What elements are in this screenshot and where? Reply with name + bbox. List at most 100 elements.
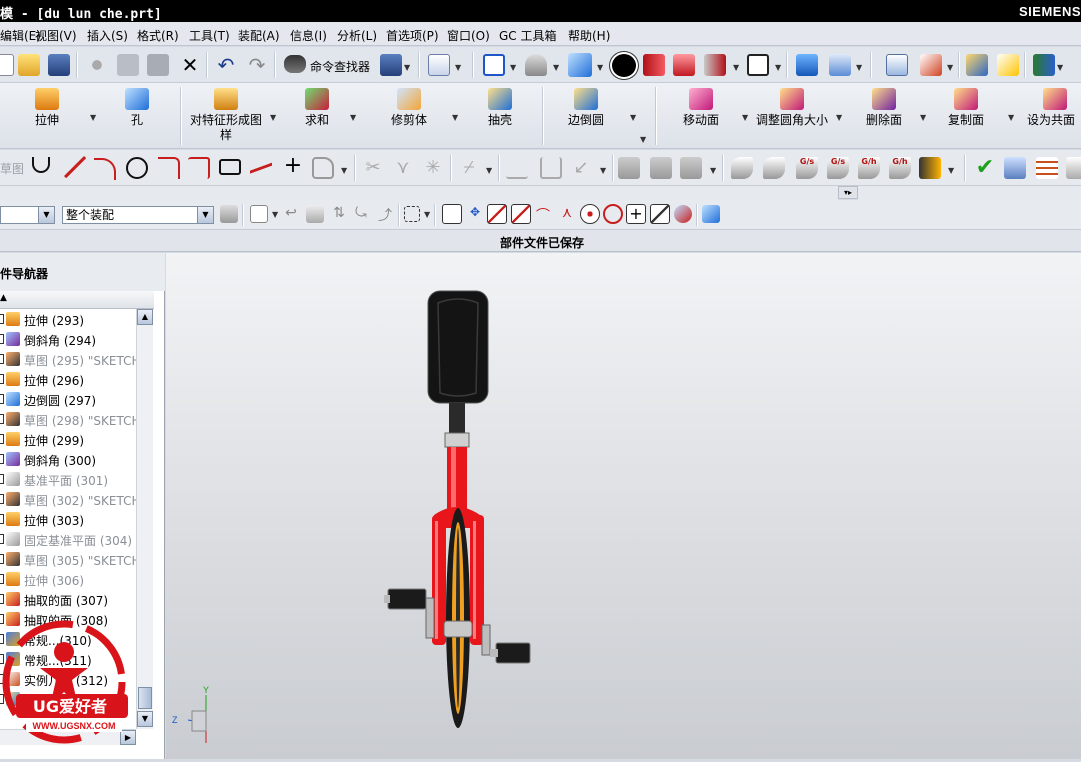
move-handle-icon[interactable]: ⇅ [330, 205, 348, 223]
shell-button[interactable]: 抽壳 [480, 88, 520, 128]
tree-row[interactable]: 倒斜角 (300) [0, 449, 136, 469]
tree-row[interactable]: 拉伸 (303) [0, 509, 136, 529]
undo-icon[interactable]: ↶ [215, 54, 237, 76]
resize-blend-button[interactable]: 调整圆角大小 [752, 88, 832, 128]
cut-icon[interactable] [86, 54, 108, 76]
orient-view-icon[interactable] [525, 54, 547, 76]
selection-filter-icon[interactable] [220, 205, 238, 223]
snap-circle-icon[interactable] [603, 204, 623, 224]
fillet-icon[interactable] [158, 157, 180, 179]
make-coplanar-button[interactable]: 设为共面 [1027, 88, 1081, 128]
menu-window[interactable]: 窗口(O) [447, 27, 490, 44]
menu-format[interactable]: 格式(R) [137, 27, 179, 44]
scope-dropdown[interactable]: 整个装配 ▼ [62, 206, 214, 224]
auto-constrain-icon[interactable] [618, 157, 640, 179]
make-corner-icon[interactable]: ✳ [422, 157, 444, 179]
analysis-icon[interactable] [997, 54, 1019, 76]
point-icon[interactable]: + [282, 155, 304, 177]
type-filter-dropdown[interactable]: ▼ [0, 206, 55, 224]
dimension-icon[interactable] [506, 157, 528, 179]
section-view-icon[interactable] [643, 54, 665, 76]
pattern-feature-button[interactable]: 对特征形成图 样 [186, 88, 266, 143]
graphics-viewport[interactable]: Y Z [166, 253, 1081, 759]
menu-assembly[interactable]: 装配(A) [238, 27, 280, 44]
rectangle-select-icon[interactable] [404, 206, 420, 222]
redo-icon[interactable]: ↷ [246, 54, 268, 76]
spreadsheet-icon[interactable] [1036, 157, 1058, 179]
edge-blend-button[interactable]: 边倒圆 [561, 88, 611, 128]
rotate-handle-icon[interactable]: ⤿ [352, 205, 370, 223]
unite-button[interactable]: 求和 [297, 88, 337, 128]
delete-face-button[interactable]: 删除面 [858, 88, 910, 128]
menu-gc-toolbox[interactable]: GC 工具箱 [499, 27, 557, 44]
tree-row[interactable]: 固定基准平面 (304) [0, 529, 136, 549]
snap-settings-icon[interactable] [250, 205, 268, 223]
rectangle-icon[interactable] [219, 159, 241, 175]
info-icon[interactable] [428, 54, 450, 76]
mirror-curve-icon[interactable]: ⌿ [458, 157, 480, 179]
tree-row[interactable]: 抽取的面 (307) [0, 589, 136, 609]
menu-view[interactable]: 视图(V) [35, 27, 77, 44]
shaded-cube-icon[interactable] [568, 53, 592, 77]
snap-quadrant-icon[interactable]: ⋏ [558, 205, 576, 223]
new-file-icon[interactable] [0, 54, 14, 76]
show-constraints-icon[interactable]: ↙ [570, 157, 592, 179]
render-style-icon[interactable] [609, 51, 639, 80]
surface-sweep-icon[interactable] [731, 157, 753, 179]
hidden-edge-icon[interactable] [704, 54, 726, 76]
snap-intersection-icon[interactable] [650, 204, 670, 224]
menu-preferences[interactable]: 首选项(P) [386, 27, 439, 44]
chamfer-curve-icon[interactable] [188, 157, 210, 179]
tree-row[interactable]: 倒斜角 (294) [0, 329, 136, 349]
tree-row[interactable]: 拉伸 (306) [0, 569, 136, 589]
csys-icon[interactable] [920, 54, 942, 76]
tree-row[interactable]: 草图 (298) "SKETCH [0, 409, 136, 429]
save-options-icon[interactable] [380, 54, 402, 76]
menu-info[interactable]: 信息(I) [290, 27, 327, 44]
layer-settings-icon[interactable] [886, 54, 908, 76]
circle-icon[interactable] [126, 157, 148, 179]
save-icon[interactable] [48, 54, 70, 76]
snap-surface-icon[interactable] [674, 205, 692, 223]
trim-body-button[interactable]: 修剪体 [385, 88, 433, 128]
g2-continuity-icon[interactable]: G/h [858, 157, 880, 179]
tree-row[interactable]: 拉伸 (293) [0, 309, 136, 329]
snap-arc-icon[interactable]: ⌒ [534, 205, 552, 224]
snap-endpoint-icon[interactable] [442, 204, 462, 224]
undo-selection-icon[interactable]: ↩ [282, 205, 300, 223]
menu-analysis[interactable]: 分析(L) [337, 27, 377, 44]
table-icon[interactable] [1004, 157, 1026, 179]
tree-row[interactable]: 草图 (295) "SKETCH [0, 349, 136, 369]
tree-row[interactable]: 基准平面 (301) [0, 469, 136, 489]
g3-continuity-icon[interactable]: G/h [889, 157, 911, 179]
tree-row[interactable]: 草图 (305) "SKETCH [0, 549, 136, 569]
move-component-icon[interactable] [796, 54, 818, 76]
g1-continuity-icon[interactable]: G/s [827, 157, 849, 179]
alternate-solution-icon[interactable] [680, 157, 702, 179]
tree-row[interactable]: 拉伸 (299) [0, 429, 136, 449]
surface-blend-icon[interactable] [763, 157, 785, 179]
snap-center-icon[interactable] [580, 204, 600, 224]
measure-icon[interactable] [966, 54, 988, 76]
menu-insert[interactable]: 插入(S) [87, 27, 128, 44]
open-folder-icon[interactable] [18, 54, 40, 76]
constraint-icon[interactable] [540, 157, 562, 179]
quick-trim-icon[interactable]: ✂ [362, 157, 384, 179]
toolbar-overflow-button[interactable]: ▾▸ [838, 186, 858, 199]
assembly-nav-icon[interactable] [306, 205, 324, 223]
line-icon[interactable] [64, 156, 86, 178]
background-icon[interactable] [747, 54, 769, 76]
command-finder-button[interactable]: 命令查找器 [310, 58, 370, 75]
wireframe-red-icon[interactable] [673, 54, 695, 76]
move-face-button[interactable]: 移动面 [676, 88, 726, 128]
paste-icon[interactable] [147, 54, 169, 76]
convert-ref-icon[interactable] [650, 157, 672, 179]
profile-icon[interactable] [32, 157, 50, 173]
navigator-column-header[interactable]: ▲ [0, 291, 154, 309]
tree-row[interactable]: 草图 (302) "SKETCH [0, 489, 136, 509]
polygon-icon[interactable] [250, 157, 272, 179]
scroll-up-arrow[interactable]: ▲ [137, 309, 153, 325]
snap-line-icon[interactable] [487, 204, 507, 224]
delete-icon[interactable]: ✕ [179, 54, 201, 76]
tree-row[interactable]: 拉伸 (296) [0, 369, 136, 389]
